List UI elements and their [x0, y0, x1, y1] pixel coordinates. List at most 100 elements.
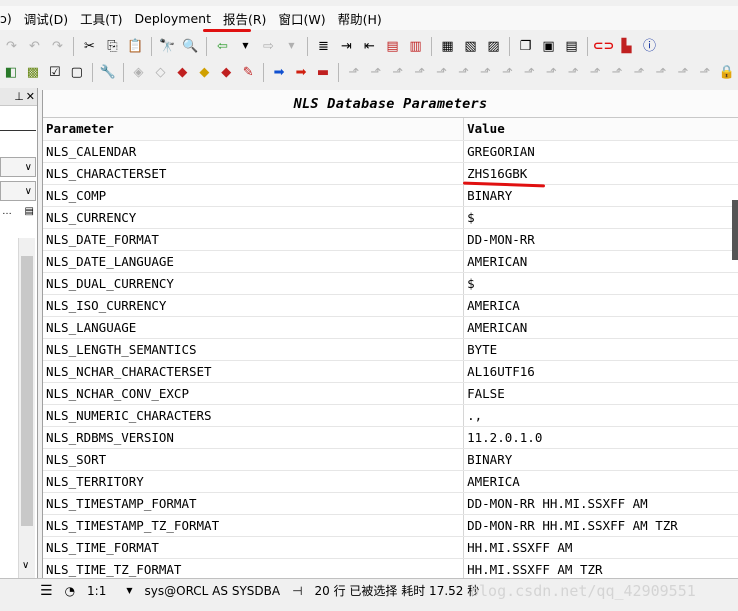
- panel-icon[interactable]: ▤: [562, 37, 581, 56]
- parameter-cell[interactable]: NLS_DUAL_CURRENCY: [43, 272, 465, 295]
- debug-step-icon[interactable]: ⬏: [674, 63, 692, 82]
- cut-icon[interactable]: ✂: [80, 37, 99, 56]
- comment-icon[interactable]: ≣: [314, 37, 333, 56]
- parameter-cell[interactable]: NLS_DATE_LANGUAGE: [43, 250, 465, 273]
- box-red-icon[interactable]: ◆: [173, 63, 191, 82]
- value-cell[interactable]: BYTE: [463, 338, 738, 361]
- value-cell[interactable]: AMERICA: [463, 470, 738, 493]
- table-row[interactable]: NLS_TIME_FORMAT HH.MI.SSXFF AM: [43, 536, 738, 559]
- value-cell[interactable]: ZHS16GBK: [463, 162, 738, 185]
- debug-step-icon[interactable]: ⬏: [652, 63, 670, 82]
- scroll-down-icon[interactable]: ∨: [22, 560, 29, 571]
- value-cell[interactable]: $: [463, 206, 738, 229]
- oracle-icon[interactable]: ⊂⊃: [593, 37, 615, 56]
- table-row[interactable]: NLS_CURRENCY $: [43, 206, 738, 229]
- table-row[interactable]: NLS_TIMESTAMP_TZ_FORMAT DD-MON-RR HH.MI.S…: [43, 514, 738, 537]
- parameter-cell[interactable]: NLS_TERRITORY: [43, 470, 465, 493]
- run-icon[interactable]: ▦: [438, 37, 457, 56]
- value-cell[interactable]: AMERICAN: [463, 316, 738, 339]
- box-yellow-icon[interactable]: ◆: [195, 63, 213, 82]
- column-header-value[interactable]: Value: [463, 118, 738, 141]
- back-icon[interactable]: ⇦: [213, 37, 232, 56]
- table-row[interactable]: NLS_SORT BINARY: [43, 448, 738, 471]
- table-row[interactable]: NLS_CHARACTERSET ZHS16GBK: [43, 162, 738, 185]
- parameter-cell[interactable]: NLS_NUMERIC_CHARACTERS: [43, 404, 465, 427]
- parameter-cell[interactable]: NLS_NCHAR_CHARACTERSET: [43, 360, 465, 383]
- wrench-icon[interactable]: 🔧: [99, 63, 117, 82]
- table-row[interactable]: NLS_DATE_LANGUAGE AMERICAN: [43, 250, 738, 273]
- value-cell[interactable]: 11.2.0.1.0: [463, 426, 738, 449]
- more-button[interactable]: …: [2, 206, 12, 226]
- outdent-icon[interactable]: ⇤: [360, 37, 379, 56]
- value-cell[interactable]: FALSE: [463, 382, 738, 405]
- history-icon[interactable]: ▢: [68, 63, 86, 82]
- table-row[interactable]: NLS_NUMERIC_CHARACTERS.,: [43, 404, 738, 427]
- parameter-cell[interactable]: NLS_SORT: [43, 448, 465, 471]
- find-next-icon[interactable]: 🔍: [181, 37, 200, 56]
- undo-icon[interactable]: ↶: [25, 37, 44, 56]
- bookmark-icon[interactable]: ▤: [383, 37, 402, 56]
- value-cell[interactable]: $: [463, 272, 738, 295]
- redo-icon[interactable]: ↷: [2, 37, 21, 56]
- explain-icon[interactable]: ▧: [461, 37, 480, 56]
- value-cell[interactable]: GREGORIAN: [463, 140, 738, 163]
- value-cell[interactable]: AL16UTF16: [463, 360, 738, 383]
- parameter-cell[interactable]: NLS_RDBMS_VERSION: [43, 426, 465, 449]
- tools-icon[interactable]: ▩: [24, 63, 42, 82]
- copy-icon[interactable]: ⎘: [103, 37, 122, 56]
- debug-step-icon[interactable]: ⬏: [498, 63, 516, 82]
- menu-debug[interactable]: 调试(D): [18, 9, 74, 28]
- table-row[interactable]: NLS_LANGUAGE AMERICAN: [43, 316, 738, 339]
- sql-file-icon[interactable]: ▤: [25, 206, 34, 226]
- debug-step-icon[interactable]: ⬏: [630, 63, 648, 82]
- close-icon[interactable]: ✕: [26, 90, 35, 103]
- debug-step-icon[interactable]: ⬏: [433, 63, 451, 82]
- brush-icon[interactable]: ✎: [239, 63, 257, 82]
- connection-dropdown-icon[interactable]: ▼: [112, 586, 138, 595]
- value-cell[interactable]: HH.MI.SSXFF AM: [463, 536, 738, 559]
- pdf-icon[interactable]: ▙: [617, 37, 636, 56]
- parameter-cell[interactable]: NLS_DATE_FORMAT: [43, 228, 465, 251]
- parameter-cell[interactable]: NLS_LANGUAGE: [43, 316, 465, 339]
- dropdown-icon[interactable]: ▼: [236, 37, 255, 56]
- dropdown-icon[interactable]: ▼: [282, 37, 301, 56]
- toggle-icon[interactable]: ▥: [406, 37, 425, 56]
- debug-step-icon[interactable]: ⬏: [586, 63, 604, 82]
- menu-reports[interactable]: 报告(R): [217, 9, 272, 28]
- redo-icon-2[interactable]: ↷: [48, 37, 67, 56]
- menu-window[interactable]: 窗口(W): [272, 9, 331, 28]
- column-header-parameter[interactable]: Parameter: [43, 118, 465, 141]
- debug-step-icon[interactable]: ⬏: [696, 63, 714, 82]
- debug-step-icon[interactable]: ⬏: [520, 63, 538, 82]
- layout-icon[interactable]: ▣: [539, 37, 558, 56]
- debug-step-icon[interactable]: ⬏: [411, 63, 429, 82]
- value-cell[interactable]: .,: [463, 404, 738, 427]
- indent-icon[interactable]: ⇥: [337, 37, 356, 56]
- value-cell[interactable]: BINARY: [463, 184, 738, 207]
- value-cell[interactable]: AMERICA: [463, 294, 738, 317]
- debug-step-icon[interactable]: ⬏: [564, 63, 582, 82]
- box-red-icon-2[interactable]: ◆: [217, 63, 235, 82]
- panel-scrollbar[interactable]: [18, 238, 35, 578]
- eraser-icon[interactable]: ◈: [130, 63, 148, 82]
- find-icon[interactable]: 🔭: [158, 37, 177, 56]
- parameter-cell[interactable]: NLS_COMP: [43, 184, 465, 207]
- table-row[interactable]: NLS_DUAL_CURRENCY $: [43, 272, 738, 295]
- parameter-cell[interactable]: NLS_TIMESTAMP_FORMAT: [43, 492, 465, 515]
- parameter-cell[interactable]: NLS_TIME_TZ_FORMAT: [43, 558, 465, 578]
- car-icon[interactable]: ▬: [314, 63, 332, 82]
- lock-icon[interactable]: 🔒: [718, 63, 736, 82]
- value-cell[interactable]: AMERICAN: [463, 250, 738, 273]
- debug-step-icon[interactable]: ⬏: [345, 63, 363, 82]
- parameter-cell[interactable]: NLS_TIMESTAMP_TZ_FORMAT: [43, 514, 465, 537]
- paste-icon[interactable]: 📋: [126, 37, 145, 56]
- info-icon[interactable]: ⓘ: [640, 37, 659, 56]
- value-cell[interactable]: BINARY: [463, 448, 738, 471]
- table-row[interactable]: NLS_NCHAR_CONV_EXCP FALSE: [43, 382, 738, 405]
- schema-combo[interactable]: ∨: [0, 181, 36, 201]
- table-row[interactable]: NLS_ISO_CURRENCY AMERICA: [43, 294, 738, 317]
- parameter-cell[interactable]: NLS_TIME_FORMAT: [43, 536, 465, 559]
- table-row[interactable]: NLS_TERRITORY AMERICA: [43, 470, 738, 493]
- table-row[interactable]: NLS_CALENDAR GREGORIAN: [43, 140, 738, 163]
- parameter-cell[interactable]: NLS_NCHAR_CONV_EXCP: [43, 382, 465, 405]
